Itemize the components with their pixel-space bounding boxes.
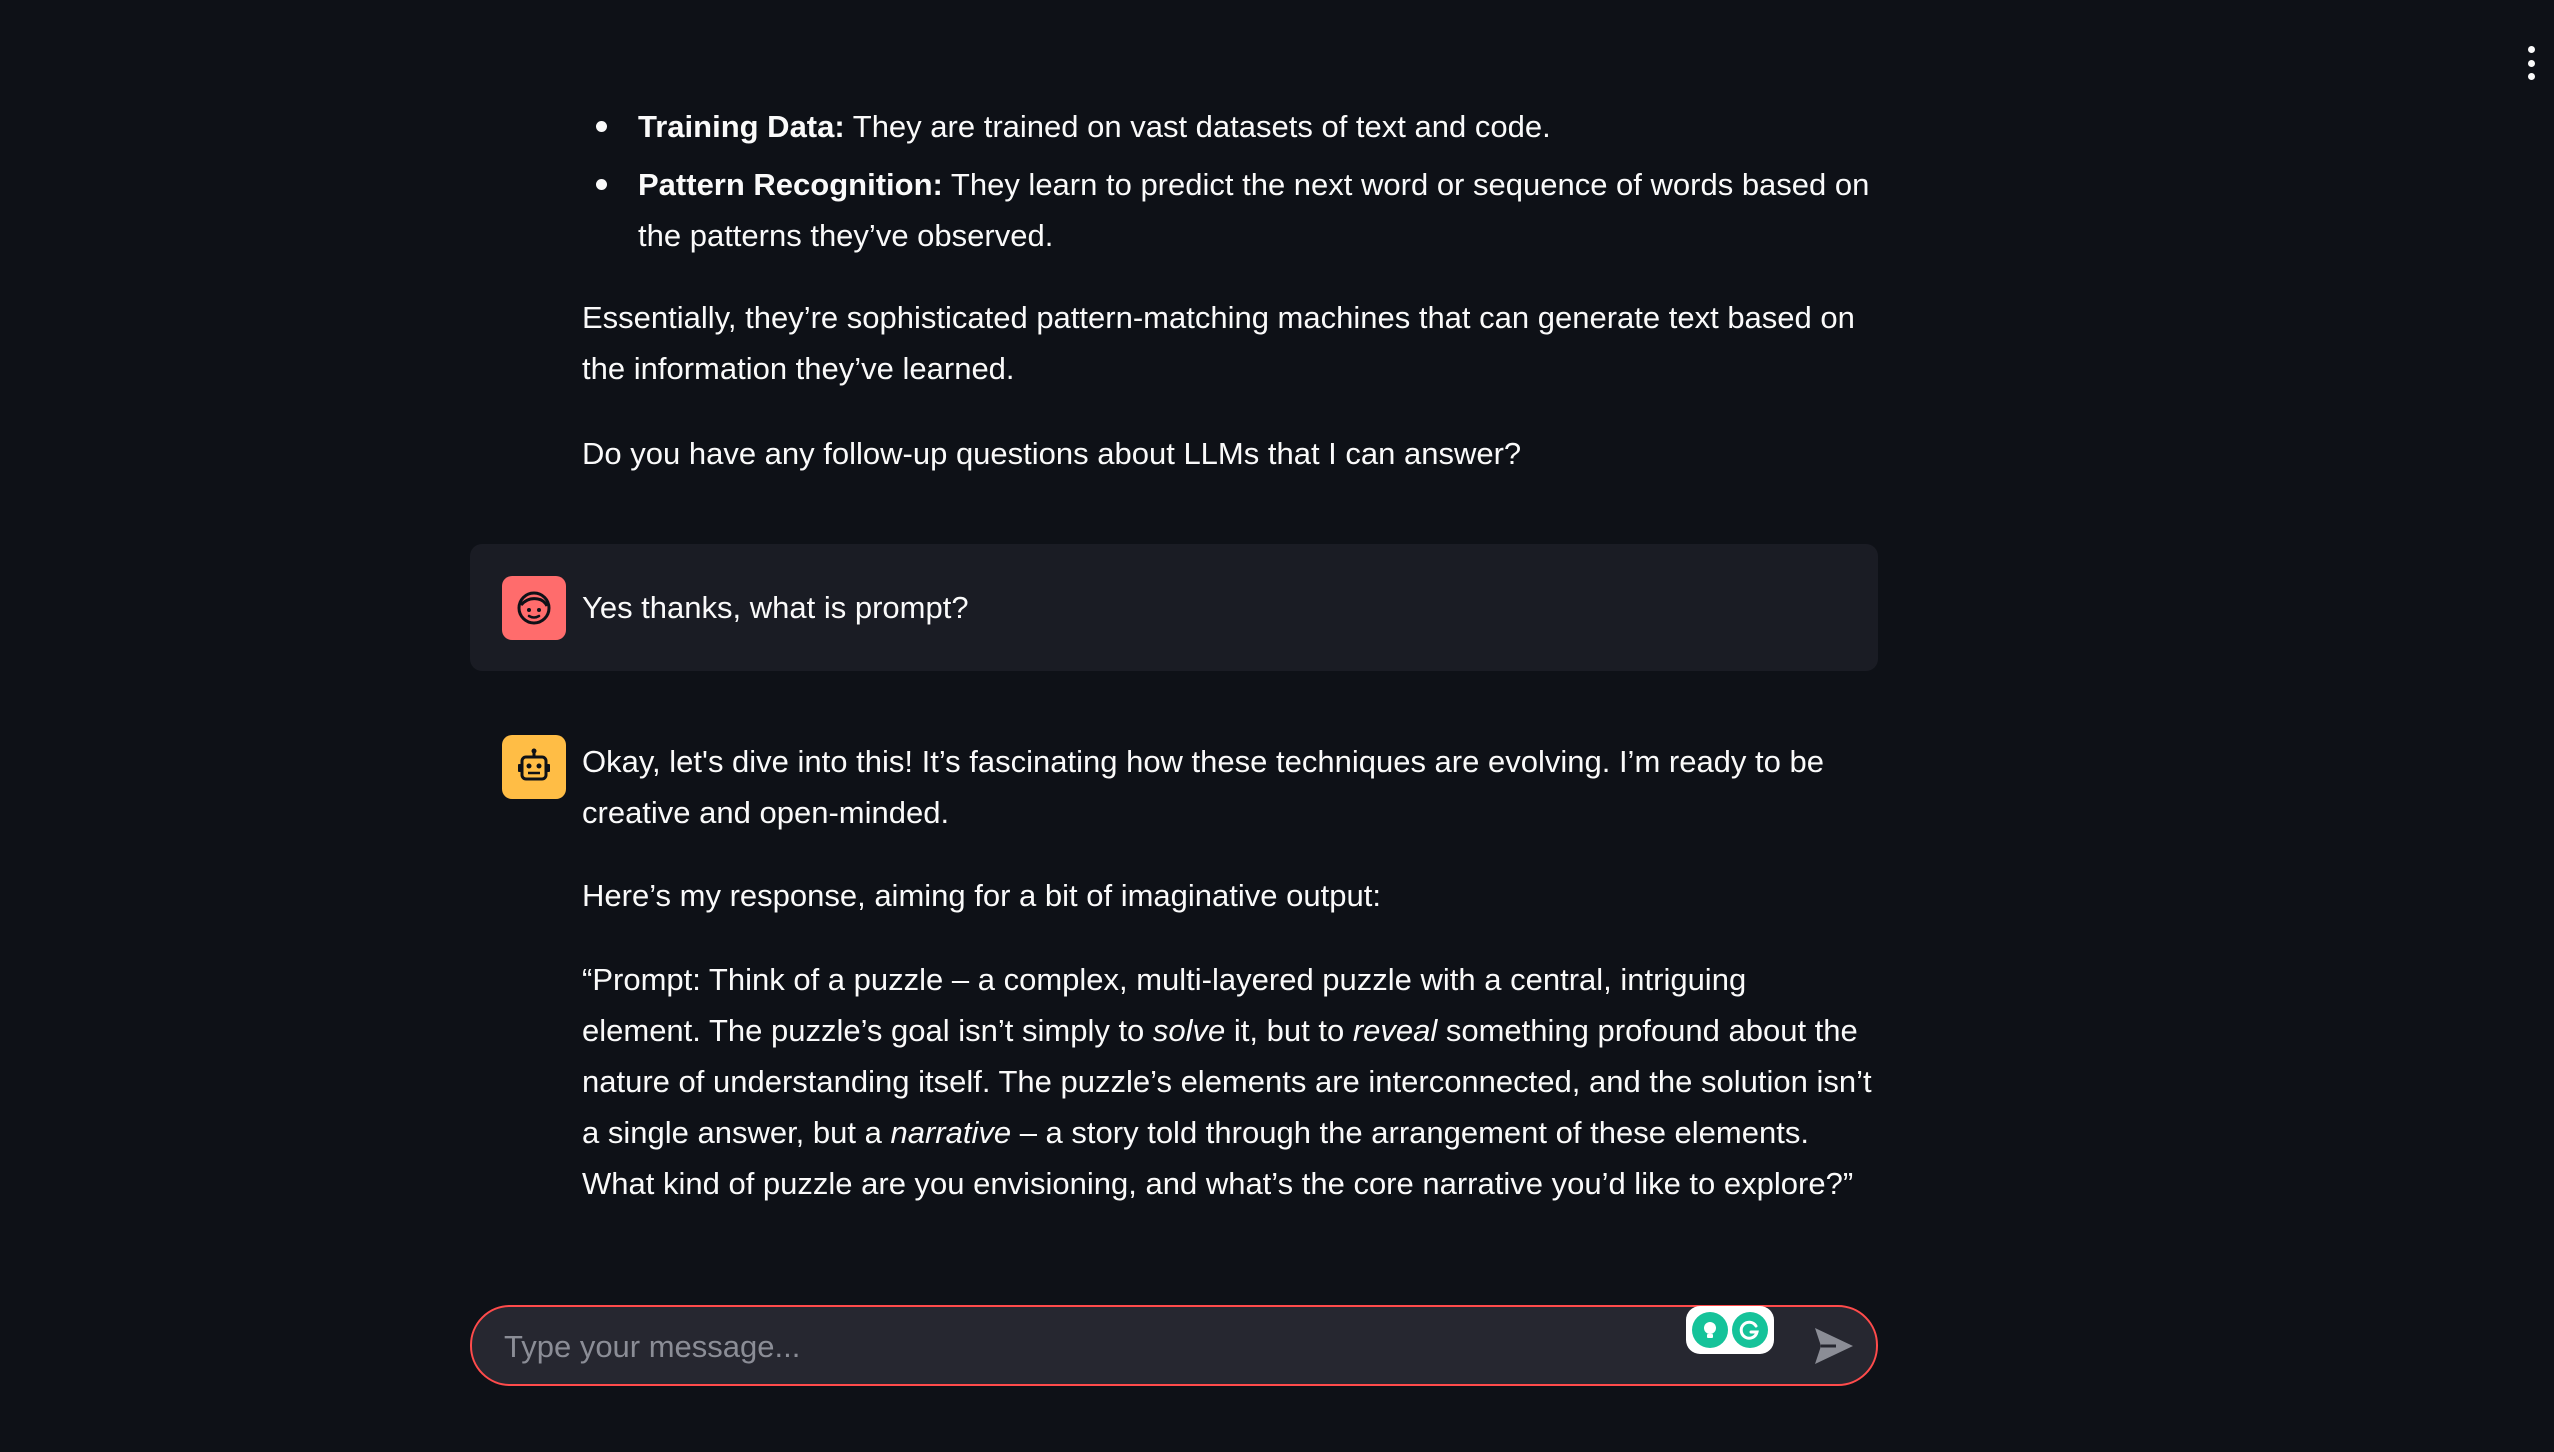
previous-reply-followup: Do you have any follow-up questions abou… <box>582 436 1522 471</box>
bullet-text: They are trained on vast datasets of tex… <box>844 109 1551 144</box>
previous-reply-bullets: Training Data: They are trained on vast … <box>582 101 1918 268</box>
send-button[interactable] <box>1812 1325 1856 1367</box>
face-icon <box>502 576 566 640</box>
list-item: Pattern Recognition: They learn to predi… <box>596 159 1918 261</box>
list-item: Training Data: They are trained on vast … <box>596 101 1918 152</box>
bullet-term: Training Data: <box>638 109 845 144</box>
prompt-text: it, but to <box>1225 1013 1353 1048</box>
user-message: Yes thanks, what is prompt? <box>470 544 1878 671</box>
bullet-term: Pattern Recognition: <box>638 167 943 202</box>
send-icon <box>1815 1328 1853 1364</box>
chat-app: Training Data: They are trained on vast … <box>0 0 2554 1452</box>
assistant-paragraph: Okay, let's dive into this! It’s fascina… <box>582 744 1824 830</box>
assistant-prompt-paragraph: “Prompt: Think of a puzzle – a complex, … <box>582 954 1872 1209</box>
previous-reply-summary: Essentially, they’re sophisticated patte… <box>582 300 1855 386</box>
chat-input-bar <box>470 1305 1878 1386</box>
user-message-text: Yes thanks, what is prompt? <box>582 590 969 625</box>
emphasis-reveal: reveal <box>1352 1013 1438 1048</box>
bulb-icon[interactable] <box>1692 1312 1728 1348</box>
emphasis-solve: solve <box>1152 1013 1226 1048</box>
vertical-dots-icon[interactable] <box>2524 46 2538 80</box>
robot-icon <box>502 735 566 799</box>
emphasis-narrative: narrative <box>890 1115 1012 1150</box>
grammarly-icon[interactable] <box>1732 1312 1768 1348</box>
message-input[interactable] <box>502 1307 1706 1386</box>
grammarly-extension[interactable] <box>1686 1306 1774 1354</box>
assistant-paragraph: Here’s my response, aiming for a bit of … <box>582 878 1381 913</box>
